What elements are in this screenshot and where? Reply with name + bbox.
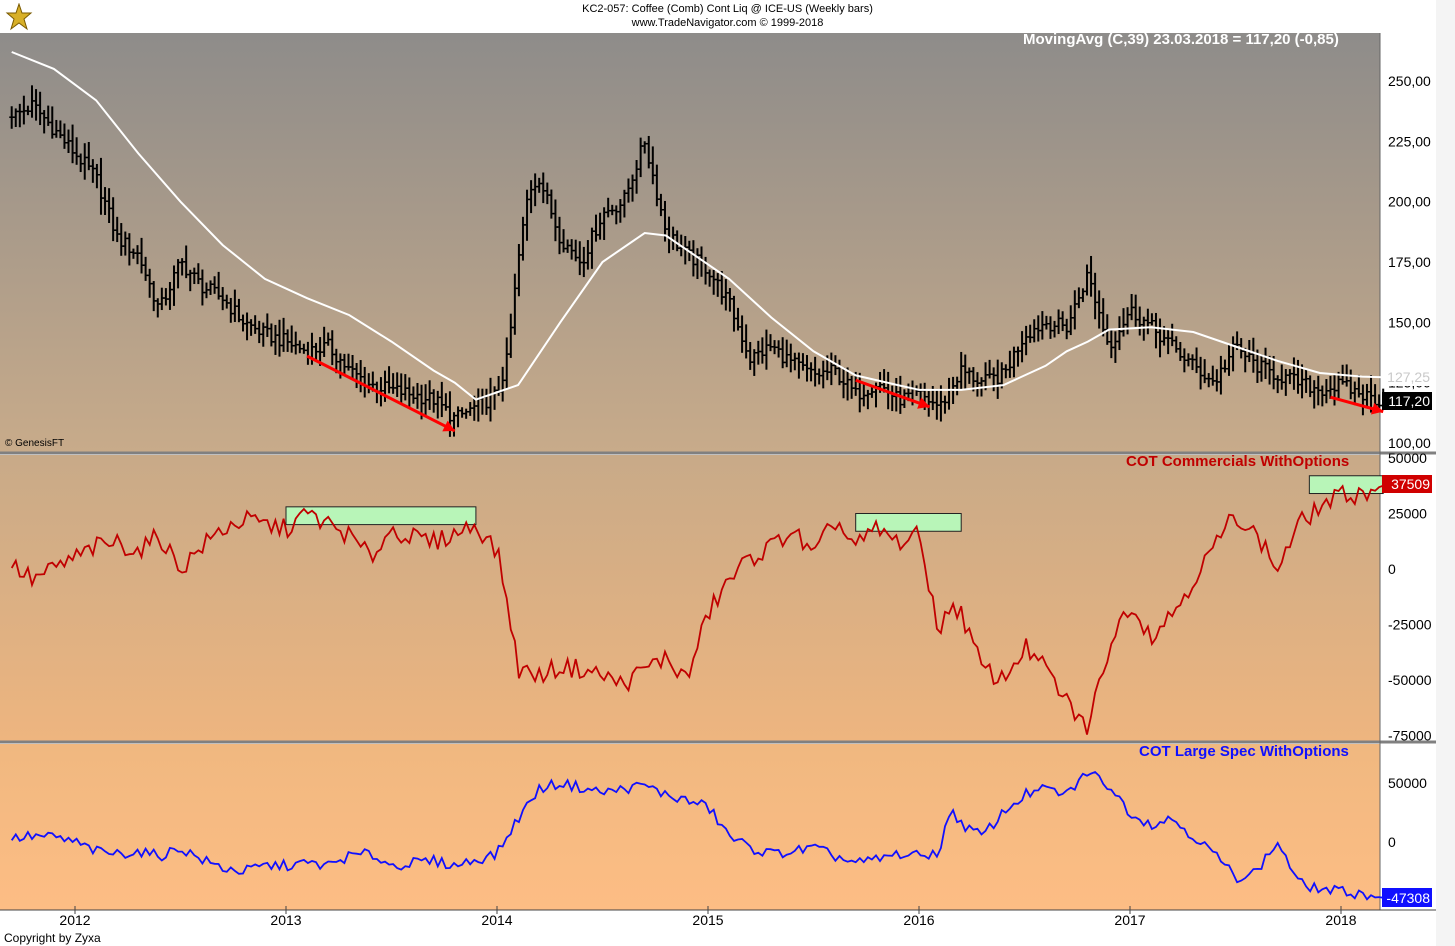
x-tick-label: 2016 [903, 912, 934, 928]
y-tick-label: 225,00 [1388, 133, 1431, 149]
y-tick-label: -50000 [1388, 672, 1432, 688]
last-price-label: 117,20 [1388, 393, 1430, 409]
y-tick-label: 50000 [1388, 450, 1427, 466]
y-tick-label: 100,00 [1388, 435, 1431, 451]
x-tick-label: 2013 [270, 912, 301, 928]
right-margin [1436, 0, 1455, 946]
x-tick-label: 2015 [692, 912, 723, 928]
y-tick-label: 150,00 [1388, 314, 1431, 330]
y-tick-label: 0 [1388, 561, 1396, 577]
y-tick-label: 50000 [1388, 775, 1427, 791]
x-tick-label: 2012 [59, 912, 90, 928]
ma-value-label: 127,25 [1387, 369, 1430, 385]
x-tick-label: 2018 [1325, 912, 1356, 928]
commercials-title: COT Commercials WithOptions [1126, 453, 1350, 470]
highlight-box [285, 506, 477, 526]
chart-title: KC2-057: Coffee (Comb) Cont Liq @ ICE-US… [582, 3, 873, 15]
spec-value-label: -47308 [1386, 890, 1430, 906]
spec-title: COT Large Spec WithOptions [1139, 743, 1349, 760]
chart-window: 250,00225,00200,00175,00150,00125,00100,… [0, 0, 1455, 946]
spec-panel-background [0, 744, 1380, 910]
y-tick-label: 0 [1388, 834, 1396, 850]
commercials-panel-background [0, 455, 1380, 741]
y-tick-label: 200,00 [1388, 194, 1431, 210]
copyright-label: Copyright by Zyxa [4, 931, 101, 945]
y-tick-label: -75000 [1388, 728, 1432, 744]
x-tick-label: 2017 [1114, 912, 1145, 928]
x-tick-label: 2014 [481, 912, 512, 928]
y-tick-label: 175,00 [1388, 254, 1431, 270]
y-tick-label: -25000 [1388, 617, 1432, 633]
chart-subtitle: www.TradeNavigator.com © 1999-2018 [631, 17, 824, 29]
data-source-label: © GenesisFT [5, 438, 65, 449]
highlight-box [855, 513, 962, 532]
chart-canvas: 250,00225,00200,00175,00150,00125,00100,… [0, 0, 1455, 946]
commercials-value-label: 37509 [1391, 476, 1430, 492]
y-tick-label: 25000 [1388, 506, 1427, 522]
moving-average-label: MovingAvg (C,39) 23.03.2018 = 117,20 (-0… [1023, 31, 1339, 48]
y-tick-label: 250,00 [1388, 73, 1431, 89]
